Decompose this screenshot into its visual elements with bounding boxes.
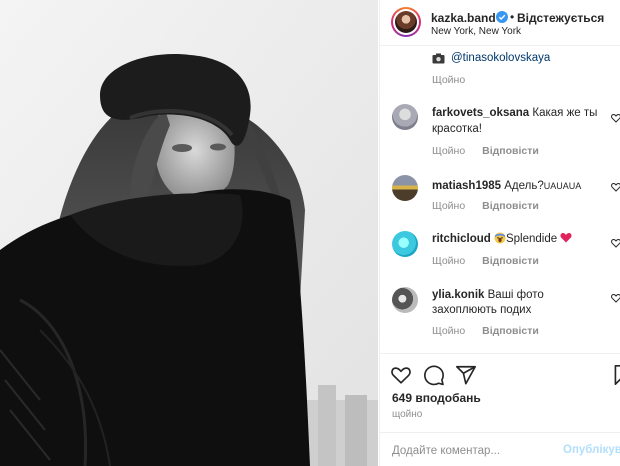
- comment-like-icon[interactable]: [611, 293, 620, 303]
- comment-text-small: UAUAUA: [543, 181, 582, 191]
- comment-avatar[interactable]: [392, 287, 418, 313]
- comment-time: Щойно: [432, 255, 466, 267]
- comment-text: захоплюють подих: [432, 304, 532, 316]
- camera-icon: [432, 53, 445, 64]
- likes-count[interactable]: 649 вподобань: [392, 391, 481, 405]
- comment-like-icon[interactable]: [611, 238, 620, 248]
- scream-emoji-icon: [494, 232, 506, 244]
- comment-mention[interactable]: @tinasokolovskaya: [451, 50, 550, 66]
- share-icon[interactable]: [455, 364, 477, 386]
- post-header: kazka.band • Відстежується New York, New…: [380, 0, 620, 46]
- reply-button[interactable]: Відповісти: [482, 145, 539, 157]
- red-heart-icon: [560, 233, 572, 243]
- photo-image: [0, 0, 378, 466]
- comment-like-icon[interactable]: [611, 182, 620, 192]
- follow-status-button[interactable]: Відстежується: [517, 11, 604, 25]
- comment-time: Щойно: [432, 200, 466, 212]
- comment-text: красотка!: [432, 123, 482, 135]
- comment-like-icon[interactable]: [611, 113, 620, 123]
- post-photo[interactable]: [0, 0, 378, 466]
- post-panel: kazka.band • Відстежується New York, New…: [379, 0, 620, 466]
- comment-text: Какая же ты: [532, 107, 598, 119]
- post-time: щойно: [392, 409, 423, 420]
- comment-avatar[interactable]: [392, 231, 418, 257]
- comments-list[interactable]: @tinasokolovskaya Щойно farkovets_oksana…: [380, 47, 620, 352]
- post-actions: 649 вподобань щойно: [380, 353, 620, 433]
- avatar[interactable]: [391, 7, 421, 37]
- reply-button[interactable]: Відповісти: [482, 325, 539, 337]
- comment-text: Ваші фото: [487, 289, 544, 301]
- comment-username[interactable]: farkovets_oksana: [432, 107, 529, 119]
- header-separator: •: [510, 10, 515, 24]
- location-link[interactable]: New York, New York: [431, 26, 521, 37]
- reply-button[interactable]: Відповісти: [482, 255, 539, 267]
- comment-text: Адель?: [504, 180, 544, 192]
- comment-username[interactable]: matiash1985: [432, 180, 501, 192]
- verified-badge-icon: [496, 11, 508, 23]
- comment-input[interactable]: [392, 442, 557, 460]
- comment-time: Щойно: [432, 325, 466, 337]
- like-heart-icon[interactable]: [390, 364, 412, 386]
- comment-avatar[interactable]: [392, 104, 418, 130]
- comment-avatar[interactable]: [392, 175, 418, 201]
- header-username[interactable]: kazka.band: [431, 11, 496, 25]
- comment-username[interactable]: ylia.konik: [432, 289, 484, 301]
- save-bookmark-icon[interactable]: [613, 364, 620, 386]
- comment-time: Щойно: [432, 145, 466, 157]
- comment-time: Щойно: [432, 74, 466, 86]
- comment-username[interactable]: ritchicloud: [432, 233, 491, 245]
- comment-text: Splendide: [505, 233, 558, 245]
- reply-button[interactable]: Відповісти: [482, 200, 539, 212]
- comment-icon[interactable]: [423, 364, 445, 386]
- add-comment-bar: Опублікувати: [380, 432, 620, 466]
- publish-button[interactable]: Опублікувати: [563, 444, 620, 456]
